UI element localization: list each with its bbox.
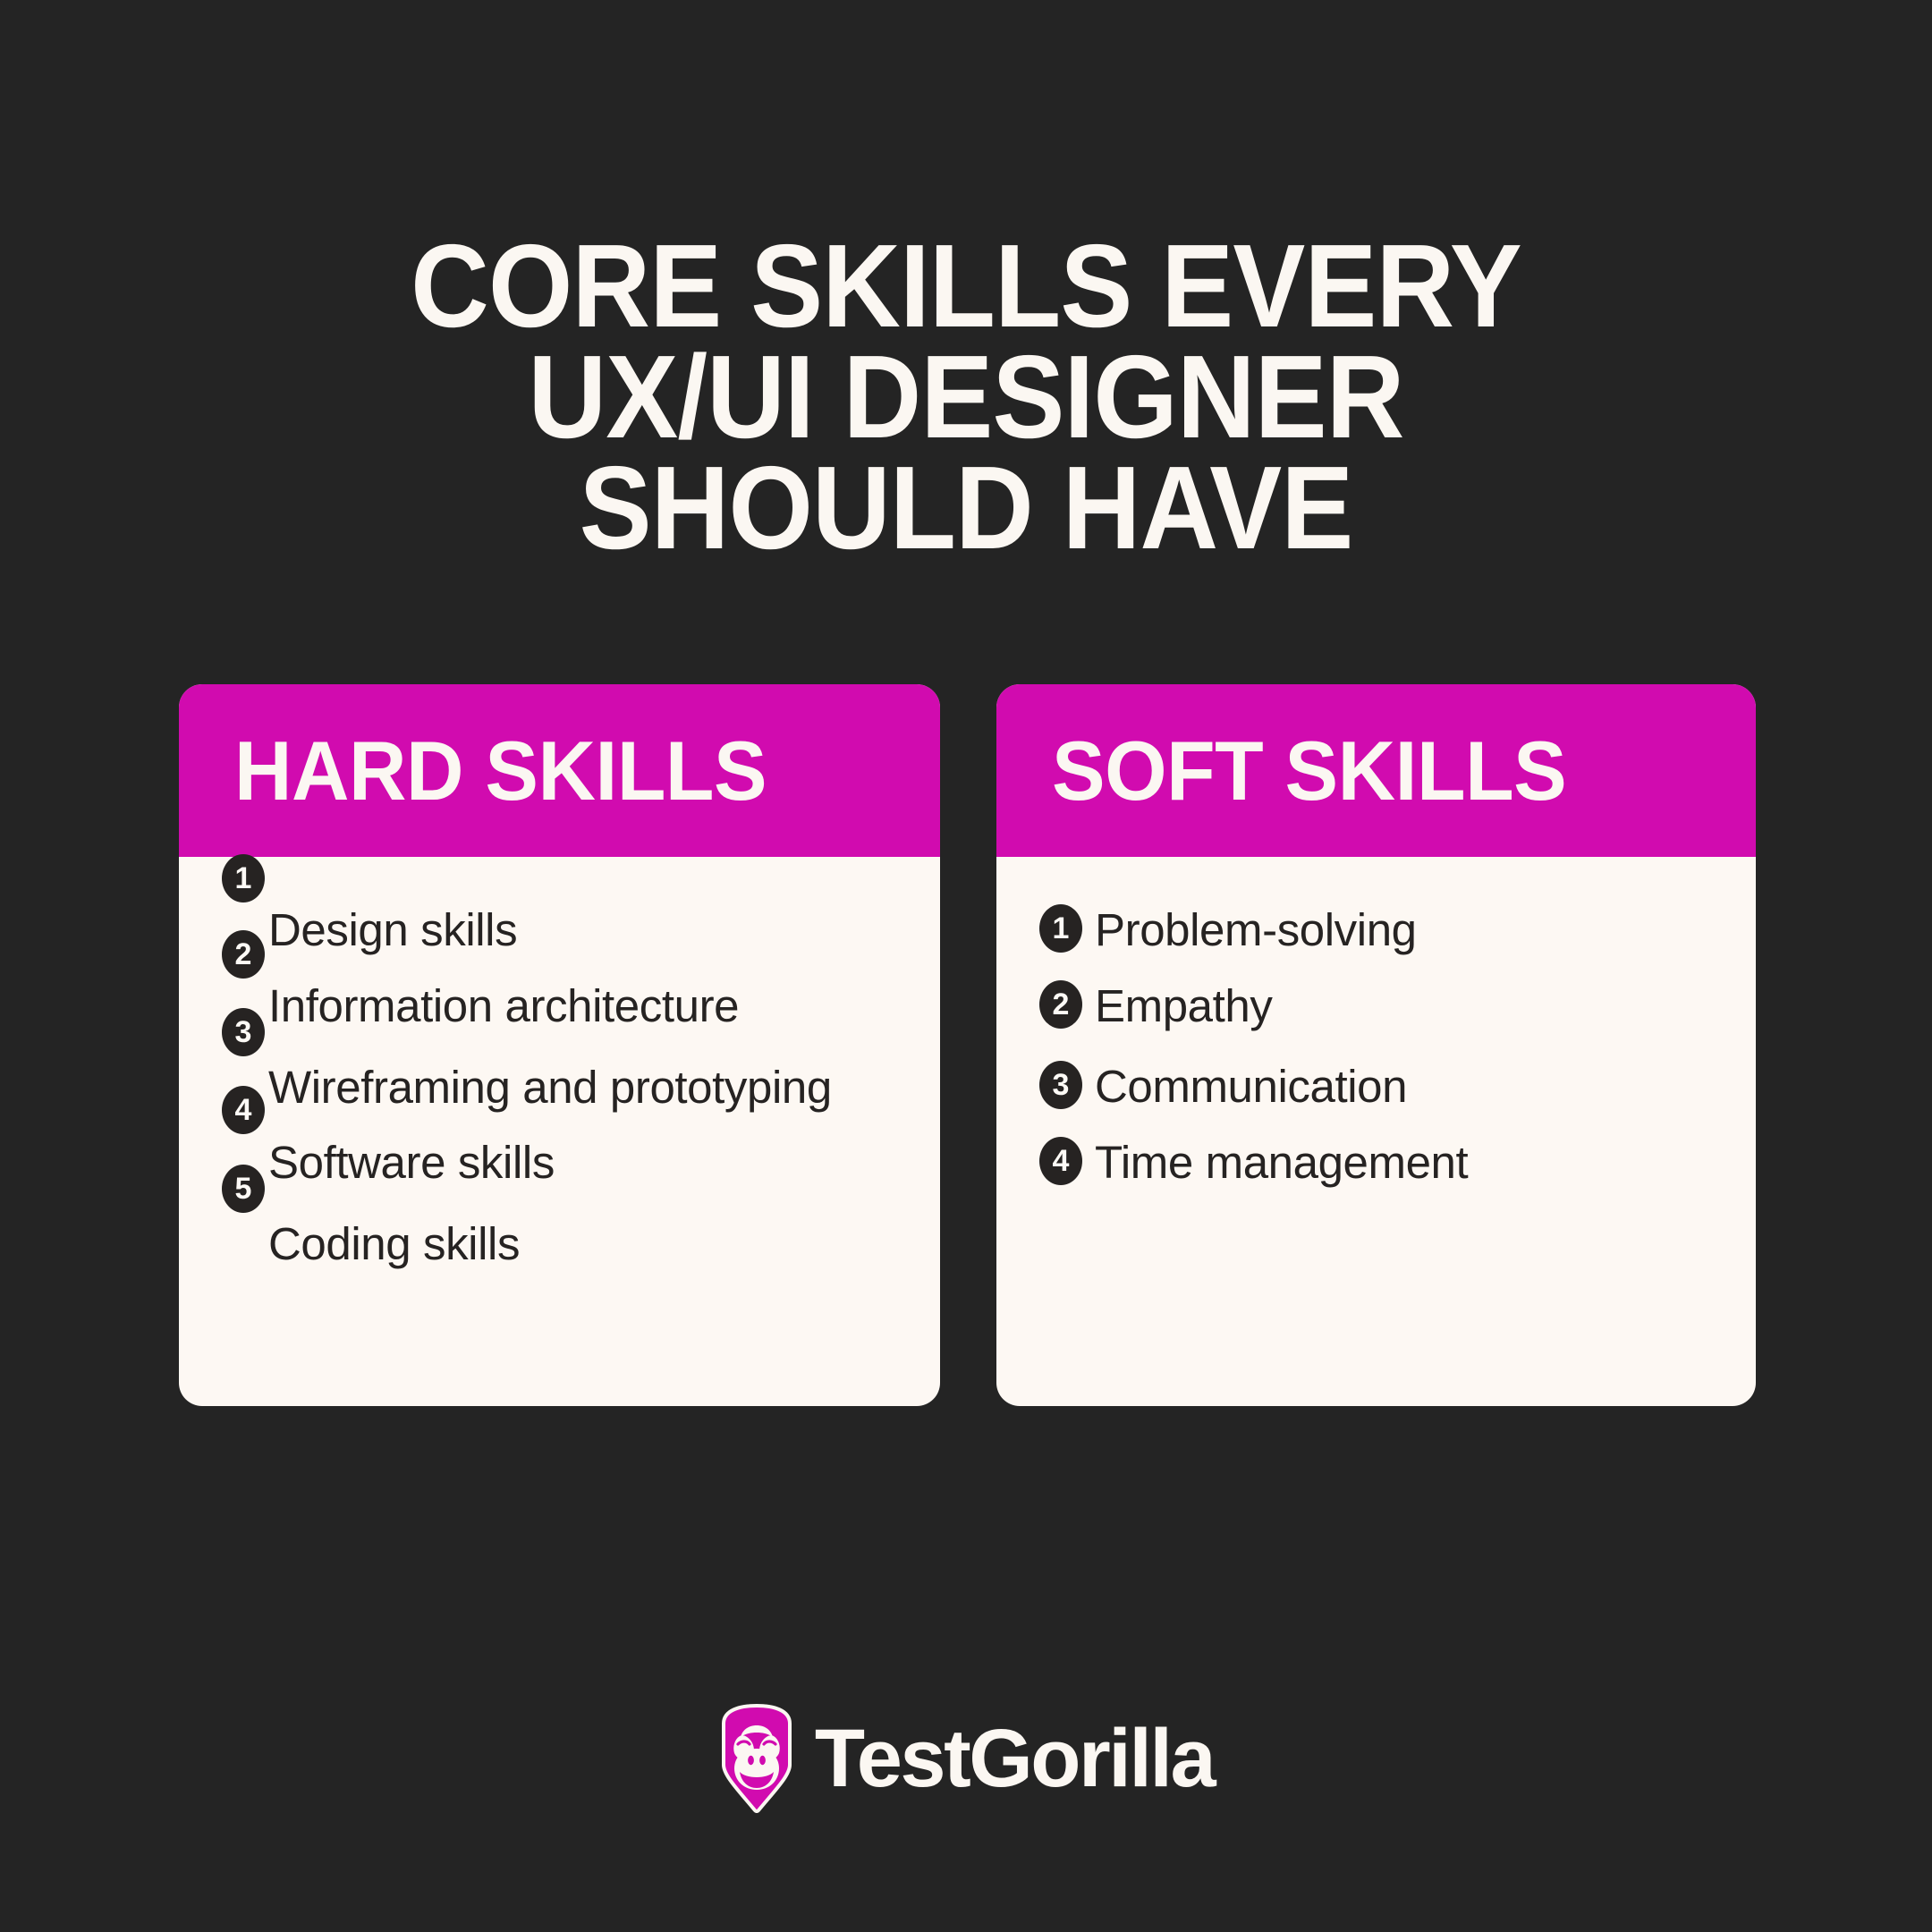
list-item-label: Information architecture [268,980,740,1031]
list-item-label: Wireframing and prototyping [268,1062,832,1113]
list-item-label: Software skills [268,1137,555,1188]
list-item-label: Communication [1095,1061,1408,1112]
gorilla-shield-icon [718,1704,795,1813]
page-title: Core skills every UX/UI designer should … [77,220,1854,574]
soft-skills-card-header: Soft skills [996,684,1756,857]
list-item-number-badge: 2 [1039,980,1082,1029]
testgorilla-wordmark: TestGorilla [814,1713,1216,1804]
page-title-line-2: UX/UI designer [528,331,1404,463]
hard-skills-list: 1 2 3 4 5 Design skills Information arch… [179,854,940,1406]
hard-skills-heading: Hard skills [234,723,767,818]
page-title-line-3: should have [579,442,1354,574]
list-item-number-badge: 4 [1039,1137,1082,1185]
hard-skills-card: Hard skills 1 2 3 4 5 Design skills Info… [179,684,940,1406]
testgorilla-logo: TestGorilla [0,1704,1932,1813]
hard-skills-card-header: Hard skills [179,684,940,857]
list-item-number-badge: 1 [222,854,265,902]
list-item-label: Coding skills [268,1218,521,1269]
list-item-number-badge: 2 [222,930,265,979]
list-item-number-badge: 5 [222,1165,265,1213]
soft-skills-list: 1 2 3 4 Problem-solving Empathy Communic… [996,857,1756,1406]
list-item-number-badge: 3 [1039,1061,1082,1109]
soft-skills-card: Soft skills 1 2 3 4 Problem-solving Empa… [996,684,1756,1406]
page-title-line-1: Core skills every [411,220,1522,352]
list-item-label: Empathy [1095,980,1273,1031]
list-item-label: Design skills [268,904,518,955]
list-item-label: Time management [1095,1137,1469,1188]
list-item-number-badge: 3 [222,1008,265,1056]
list-item-label: Problem-solving [1095,904,1417,955]
list-item-number-badge: 1 [1039,904,1082,953]
soft-skills-heading: Soft skills [1052,723,1567,818]
list-item-number-badge: 4 [222,1086,265,1134]
